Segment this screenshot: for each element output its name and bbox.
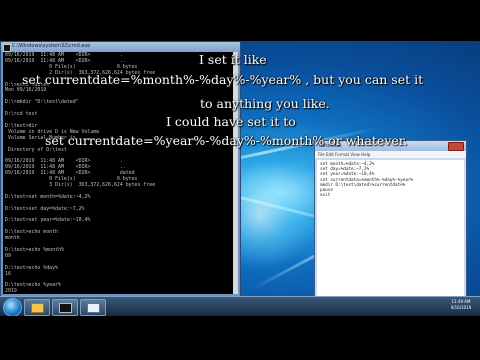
- cmd-scrollbar[interactable]: [233, 52, 238, 294]
- notepad-menubar[interactable]: File Edit Format View Help: [315, 151, 466, 158]
- taskbar-notepad-button[interactable]: [80, 299, 106, 316]
- video-frame: C:\Windows\system32\cmd.exe 09/16/2019 1…: [0, 0, 480, 360]
- caption-line-3: to anything you like.: [200, 96, 330, 111]
- caption-line-1: I set it like: [199, 52, 267, 67]
- letterbox-top: [0, 0, 480, 41]
- caption-line-2: set currentdate=%month%-%day%-%year% , b…: [22, 72, 424, 87]
- taskbar-cmd-button[interactable]: [52, 299, 78, 316]
- command-prompt-icon: [58, 303, 72, 313]
- caption-line-4: I could have set it to: [166, 114, 296, 129]
- caption-line-5: set currentdate=%year%-%day%-%month% or …: [45, 133, 408, 148]
- notepad-editor[interactable]: set month=%date:~4,2% set day=%date:~7,2…: [317, 160, 464, 297]
- taskbar: 11:49 AM 9/16/2019: [0, 296, 480, 317]
- system-clock[interactable]: 11:49 AM 9/16/2019: [446, 299, 476, 314]
- cmd-titlebar[interactable]: C:\Windows\system32\cmd.exe: [1, 42, 240, 52]
- notepad-window[interactable]: dates.txt File Edit Format View Help set…: [314, 140, 467, 300]
- taskbar-explorer-button[interactable]: [24, 299, 50, 316]
- clock-date: 9/16/2019: [450, 305, 472, 310]
- windows-start-orb-icon[interactable]: [3, 298, 22, 317]
- letterbox-bottom: [0, 316, 480, 360]
- folder-icon: [30, 303, 44, 313]
- cmd-console[interactable]: 09/16/2019 11:48 AM <DIR> . 09/16/2019 1…: [3, 52, 238, 294]
- notepad-content: set month=%date:~4,2% set day=%date:~7,2…: [320, 162, 414, 199]
- cmd-window-title: C:\Windows\system32\cmd.exe: [12, 43, 91, 49]
- cmd-output: 09/16/2019 11:48 AM <DIR> . 09/16/2019 1…: [5, 52, 156, 294]
- close-button[interactable]: [448, 142, 464, 151]
- command-prompt-icon: [3, 44, 11, 52]
- notepad-icon: [86, 303, 100, 313]
